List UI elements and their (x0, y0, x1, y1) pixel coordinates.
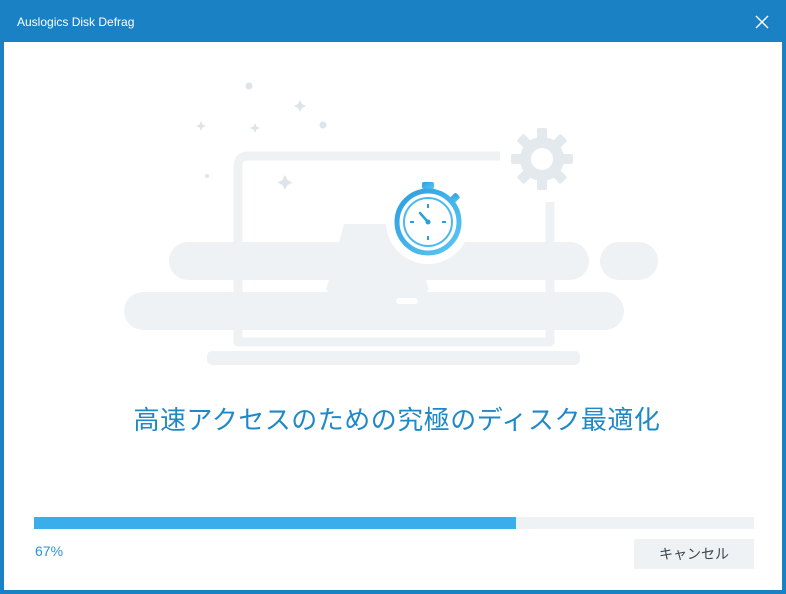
progress-percent: 67% (35, 543, 64, 559)
progress-bar-fill (34, 517, 517, 529)
close-button[interactable] (746, 6, 778, 38)
page-heading: 高速アクセスのための究極のディスク最適化 (133, 406, 661, 436)
cancel-button[interactable]: キャンセル (634, 539, 754, 569)
main-panel: 高速アクセスのための究極のディスク最適化 67% キャンセル (4, 42, 782, 590)
window-title: Auslogics Disk Defrag (17, 15, 135, 29)
defrag-illustration (124, 82, 658, 365)
app-window: Auslogics Disk Defrag 高速アクセスのための究極のディスク最… (0, 0, 786, 594)
gear-icon (511, 128, 573, 190)
stopwatch-icon (386, 180, 470, 264)
title-bar: Auslogics Disk Defrag (0, 0, 786, 42)
close-icon (755, 15, 769, 29)
progress-bar (34, 517, 754, 529)
sparkle-decorations (196, 82, 327, 190)
